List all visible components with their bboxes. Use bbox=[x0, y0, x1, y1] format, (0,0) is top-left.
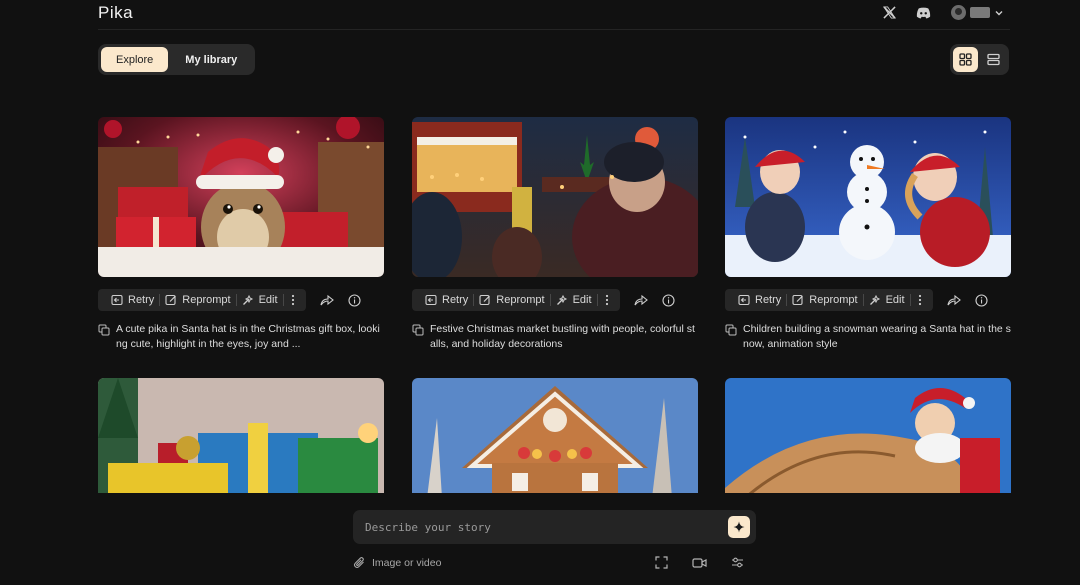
reprompt-button[interactable]: Reprompt bbox=[474, 289, 549, 311]
copy-icon[interactable] bbox=[412, 324, 424, 336]
header-divider bbox=[98, 29, 1010, 30]
explore-grid: Retry Reprompt Edit A cute pika in Santa… bbox=[98, 117, 1011, 493]
retry-icon bbox=[111, 294, 123, 306]
wand-icon bbox=[869, 294, 880, 305]
tab-my-library[interactable]: My library bbox=[170, 47, 252, 72]
more-vertical-icon bbox=[918, 294, 921, 306]
more-vertical-icon bbox=[605, 294, 608, 306]
reprompt-button[interactable]: Reprompt bbox=[787, 289, 862, 311]
prompt-text: Festive Christmas market bustling with p… bbox=[430, 323, 695, 350]
video-camera-icon[interactable] bbox=[692, 557, 707, 569]
info-icon[interactable] bbox=[661, 293, 675, 307]
edit-prompt-icon bbox=[479, 294, 491, 306]
grid-view-icon bbox=[959, 53, 972, 66]
card-actions: Retry Reprompt Edit bbox=[725, 289, 988, 311]
retry-button[interactable]: Retry bbox=[106, 289, 159, 311]
reprompt-label: Reprompt bbox=[809, 294, 858, 306]
prompt-box bbox=[353, 510, 756, 544]
paperclip-icon bbox=[353, 557, 364, 568]
copy-icon[interactable] bbox=[98, 324, 110, 336]
video-card: Retry Reprompt Edit bbox=[412, 117, 698, 350]
settings-sliders-icon[interactable] bbox=[731, 556, 744, 569]
edit-button[interactable]: Edit bbox=[551, 289, 597, 311]
video-thumbnail[interactable] bbox=[725, 117, 1011, 277]
chevron-down-icon bbox=[995, 10, 1003, 15]
prompt-text: Children building a snowman wearing a Sa… bbox=[743, 323, 1011, 350]
wand-icon bbox=[242, 294, 253, 305]
card-extra-actions bbox=[634, 293, 675, 307]
video-card: Retry Reprompt Edit bbox=[725, 117, 1011, 350]
pika-logo[interactable]: Pika bbox=[98, 3, 133, 23]
video-card bbox=[412, 378, 698, 493]
aspect-ratio-icon[interactable] bbox=[655, 556, 668, 569]
more-options-button[interactable] bbox=[284, 294, 302, 306]
retry-button[interactable]: Retry bbox=[420, 289, 473, 311]
prompt-text: A cute pika in Santa hat is in the Chris… bbox=[116, 323, 380, 350]
section-tabs: Explore My library bbox=[98, 44, 256, 75]
edit-button[interactable]: Edit bbox=[864, 289, 910, 311]
share-icon[interactable] bbox=[947, 294, 961, 306]
card-extra-actions bbox=[947, 293, 988, 307]
card-actions: Retry Reprompt Edit bbox=[412, 289, 675, 311]
share-icon[interactable] bbox=[320, 294, 334, 306]
discord-icon[interactable] bbox=[916, 7, 931, 19]
card-extra-actions bbox=[320, 293, 361, 307]
more-options-button[interactable] bbox=[598, 294, 616, 306]
wand-icon bbox=[556, 294, 567, 305]
reprompt-button[interactable]: Reprompt bbox=[160, 289, 235, 311]
edit-prompt-icon bbox=[792, 294, 804, 306]
retry-label: Retry bbox=[442, 294, 469, 306]
video-card: Retry Reprompt Edit bbox=[98, 117, 384, 350]
view-toggle bbox=[950, 44, 1009, 75]
video-card bbox=[725, 378, 1011, 493]
retry-label: Retry bbox=[755, 294, 782, 306]
card-description: Festive Christmas market bustling with p… bbox=[412, 322, 698, 351]
list-view-icon bbox=[987, 53, 1000, 66]
x-icon[interactable] bbox=[883, 6, 896, 19]
copy-icon[interactable] bbox=[725, 324, 737, 336]
edit-label: Edit bbox=[572, 294, 592, 306]
edit-button[interactable]: Edit bbox=[237, 289, 283, 311]
card-description: A cute pika in Santa hat is in the Chris… bbox=[98, 322, 384, 351]
edit-label: Edit bbox=[258, 294, 278, 306]
attach-label: Image or video bbox=[372, 556, 442, 569]
account-badge bbox=[970, 7, 990, 18]
video-thumbnail[interactable] bbox=[412, 117, 698, 277]
video-card bbox=[98, 378, 384, 493]
account-menu[interactable] bbox=[951, 5, 1004, 20]
card-description: Children building a snowman wearing a Sa… bbox=[725, 322, 1011, 351]
attach-media-button[interactable]: Image or video bbox=[353, 556, 441, 569]
list-view-button[interactable] bbox=[981, 47, 1006, 72]
info-icon[interactable] bbox=[974, 293, 988, 307]
action-pill: Retry Reprompt Edit bbox=[725, 289, 933, 311]
share-icon[interactable] bbox=[634, 294, 648, 306]
reprompt-label: Reprompt bbox=[496, 294, 545, 306]
retry-icon bbox=[738, 294, 750, 306]
tab-explore[interactable]: Explore bbox=[101, 47, 169, 72]
edit-prompt-icon bbox=[165, 294, 177, 306]
grid-view-button[interactable] bbox=[953, 47, 978, 72]
retry-icon bbox=[425, 294, 437, 306]
generate-button[interactable] bbox=[728, 516, 750, 538]
retry-label: Retry bbox=[128, 294, 155, 306]
action-pill: Retry Reprompt Edit bbox=[412, 289, 620, 311]
video-thumbnail[interactable] bbox=[725, 378, 1011, 493]
more-options-button[interactable] bbox=[911, 294, 929, 306]
prompt-input[interactable] bbox=[365, 510, 725, 544]
info-icon[interactable] bbox=[347, 293, 361, 307]
card-actions: Retry Reprompt Edit bbox=[98, 289, 361, 311]
more-vertical-icon bbox=[291, 294, 294, 306]
prompt-tools bbox=[655, 556, 744, 569]
video-thumbnail[interactable] bbox=[412, 378, 698, 493]
sparkle-icon bbox=[733, 521, 745, 533]
video-thumbnail[interactable] bbox=[98, 117, 384, 277]
header-icons bbox=[883, 5, 1004, 20]
top-bar: Pika bbox=[0, 0, 1080, 30]
avatar bbox=[951, 5, 966, 20]
edit-label: Edit bbox=[885, 294, 905, 306]
retry-button[interactable]: Retry bbox=[733, 289, 786, 311]
reprompt-label: Reprompt bbox=[182, 294, 231, 306]
action-pill: Retry Reprompt Edit bbox=[98, 289, 306, 311]
video-thumbnail[interactable] bbox=[98, 378, 384, 493]
